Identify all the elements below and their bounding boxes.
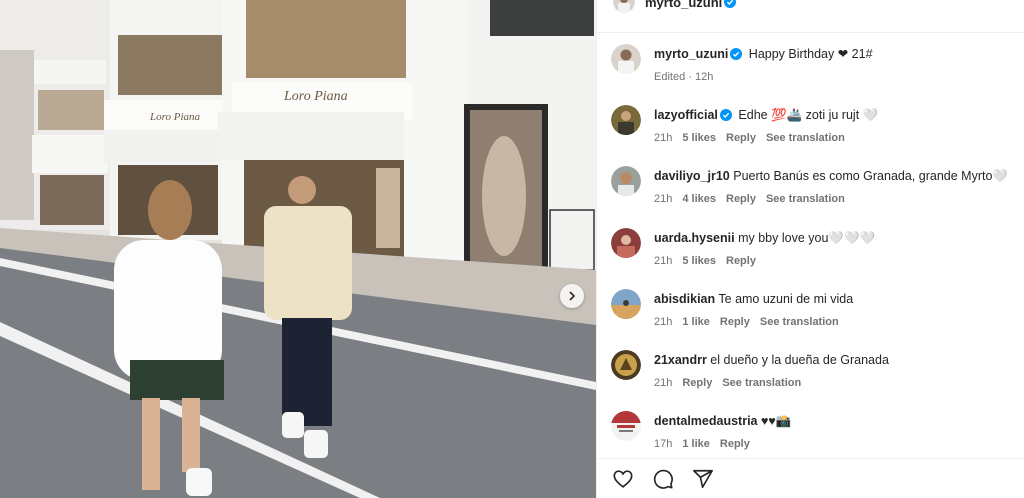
- verified-badge-icon: [719, 109, 732, 121]
- comment-item: abisdikian Te amo uzuni de mi vida 21h 1 …: [611, 289, 853, 328]
- commenter-avatar[interactable]: [611, 105, 641, 135]
- post-side-panel: myrto_uzuni myrto_uzuni Happy Birthday ❤…: [596, 0, 1024, 498]
- comment-time[interactable]: 17h: [654, 438, 672, 450]
- comment-likes[interactable]: 4 likes: [682, 193, 716, 205]
- comment-text: Te amo uzuni de mi vida: [718, 292, 854, 306]
- comment-time[interactable]: 21h: [654, 132, 672, 144]
- caption-edited-time: Edited · 12h: [654, 71, 714, 83]
- header-divider: [597, 32, 1024, 33]
- comment-time[interactable]: 21h: [654, 316, 672, 328]
- commenter-avatar[interactable]: [611, 411, 641, 441]
- comment-item: 21xandrr el dueño y la dueña de Granada …: [611, 350, 889, 389]
- comment-username[interactable]: 21xandrr: [654, 353, 707, 367]
- comment-username[interactable]: lazyofficial: [654, 108, 718, 122]
- comment-likes[interactable]: 1 like: [682, 438, 710, 450]
- caption-author-avatar[interactable]: [611, 44, 641, 74]
- comment-item: dentalmedaustria ♥♥📸 17h 1 like Reply: [611, 411, 791, 450]
- see-translation-link[interactable]: See translation: [766, 193, 845, 205]
- chevron-right-icon: [569, 291, 576, 301]
- see-translation-link[interactable]: See translation: [760, 316, 839, 328]
- next-photo-button[interactable]: [560, 284, 584, 308]
- comment-username[interactable]: uarda.hysenii: [654, 231, 735, 245]
- verified-badge-icon: [724, 0, 737, 8]
- instagram-post-view: Loro Piana Loro Piana myrto_uzuni myrto_…: [0, 0, 1024, 498]
- post-action-bar: [597, 458, 1024, 498]
- verified-badge-icon: [730, 48, 743, 60]
- commenter-avatar[interactable]: [611, 166, 641, 196]
- like-button[interactable]: [611, 467, 635, 491]
- comment-username[interactable]: abisdikian: [654, 292, 715, 306]
- comment-time[interactable]: 21h: [654, 377, 672, 389]
- comment-likes[interactable]: 1 like: [682, 316, 710, 328]
- comment-reply-button[interactable]: Reply: [720, 316, 750, 328]
- post-header: myrto_uzuni: [597, 0, 1024, 14]
- comment-icon: [653, 469, 673, 489]
- comment-reply-button[interactable]: Reply: [726, 132, 756, 144]
- comment-reply-button[interactable]: Reply: [682, 377, 712, 389]
- comment-likes[interactable]: 5 likes: [682, 132, 716, 144]
- comment-time[interactable]: 21h: [654, 255, 672, 267]
- commenter-avatar[interactable]: [611, 350, 641, 380]
- store-sign-main: Loro Piana: [283, 89, 348, 104]
- comment-time[interactable]: 21h: [654, 193, 672, 205]
- comment-item: uarda.hysenii my bby love you🤍🤍🤍 21h 5 li…: [611, 228, 875, 267]
- comment-reply-button[interactable]: Reply: [726, 255, 756, 267]
- comment-text: el dueño y la dueña de Granada: [710, 353, 889, 367]
- comment-item: lazyofficial Edhe 💯🚢 zoti ju rujt 🤍 21h 5…: [611, 105, 878, 144]
- commenter-avatar[interactable]: [611, 228, 641, 258]
- caption-username[interactable]: myrto_uzuni: [654, 47, 728, 61]
- comment-item: daviliyo_jr10 Puerto Banús es como Grana…: [611, 166, 1008, 205]
- post-caption: myrto_uzuni Happy Birthday ❤︎ 21# Edited…: [611, 44, 873, 83]
- author-username[interactable]: myrto_uzuni: [645, 0, 722, 10]
- comment-username[interactable]: daviliyo_jr10: [654, 169, 730, 183]
- comment-text: Puerto Banús es como Granada, grande Myr…: [733, 169, 1008, 183]
- post-photo[interactable]: Loro Piana Loro Piana: [0, 0, 596, 498]
- author-avatar[interactable]: [613, 0, 635, 13]
- comment-text: ♥♥📸: [761, 414, 792, 428]
- comment-text: my bby love you🤍🤍🤍: [738, 231, 876, 245]
- share-button[interactable]: [691, 467, 715, 491]
- share-icon: [693, 469, 713, 488]
- see-translation-link[interactable]: See translation: [722, 377, 801, 389]
- street-scene-image: Loro Piana Loro Piana: [0, 0, 596, 498]
- comment-likes[interactable]: 5 likes: [682, 255, 716, 267]
- store-sign-side: Loro Piana: [149, 111, 201, 123]
- comment-text: Edhe 💯🚢 zoti ju rujt 🤍: [738, 108, 879, 122]
- heart-icon: [613, 469, 633, 488]
- commenter-avatar[interactable]: [611, 289, 641, 319]
- comment-button[interactable]: [651, 467, 675, 491]
- comment-username[interactable]: dentalmedaustria: [654, 414, 758, 428]
- comment-reply-button[interactable]: Reply: [720, 438, 750, 450]
- caption-text: Happy Birthday ❤︎ 21#: [748, 47, 873, 61]
- comment-reply-button[interactable]: Reply: [726, 193, 756, 205]
- see-translation-link[interactable]: See translation: [766, 132, 845, 144]
